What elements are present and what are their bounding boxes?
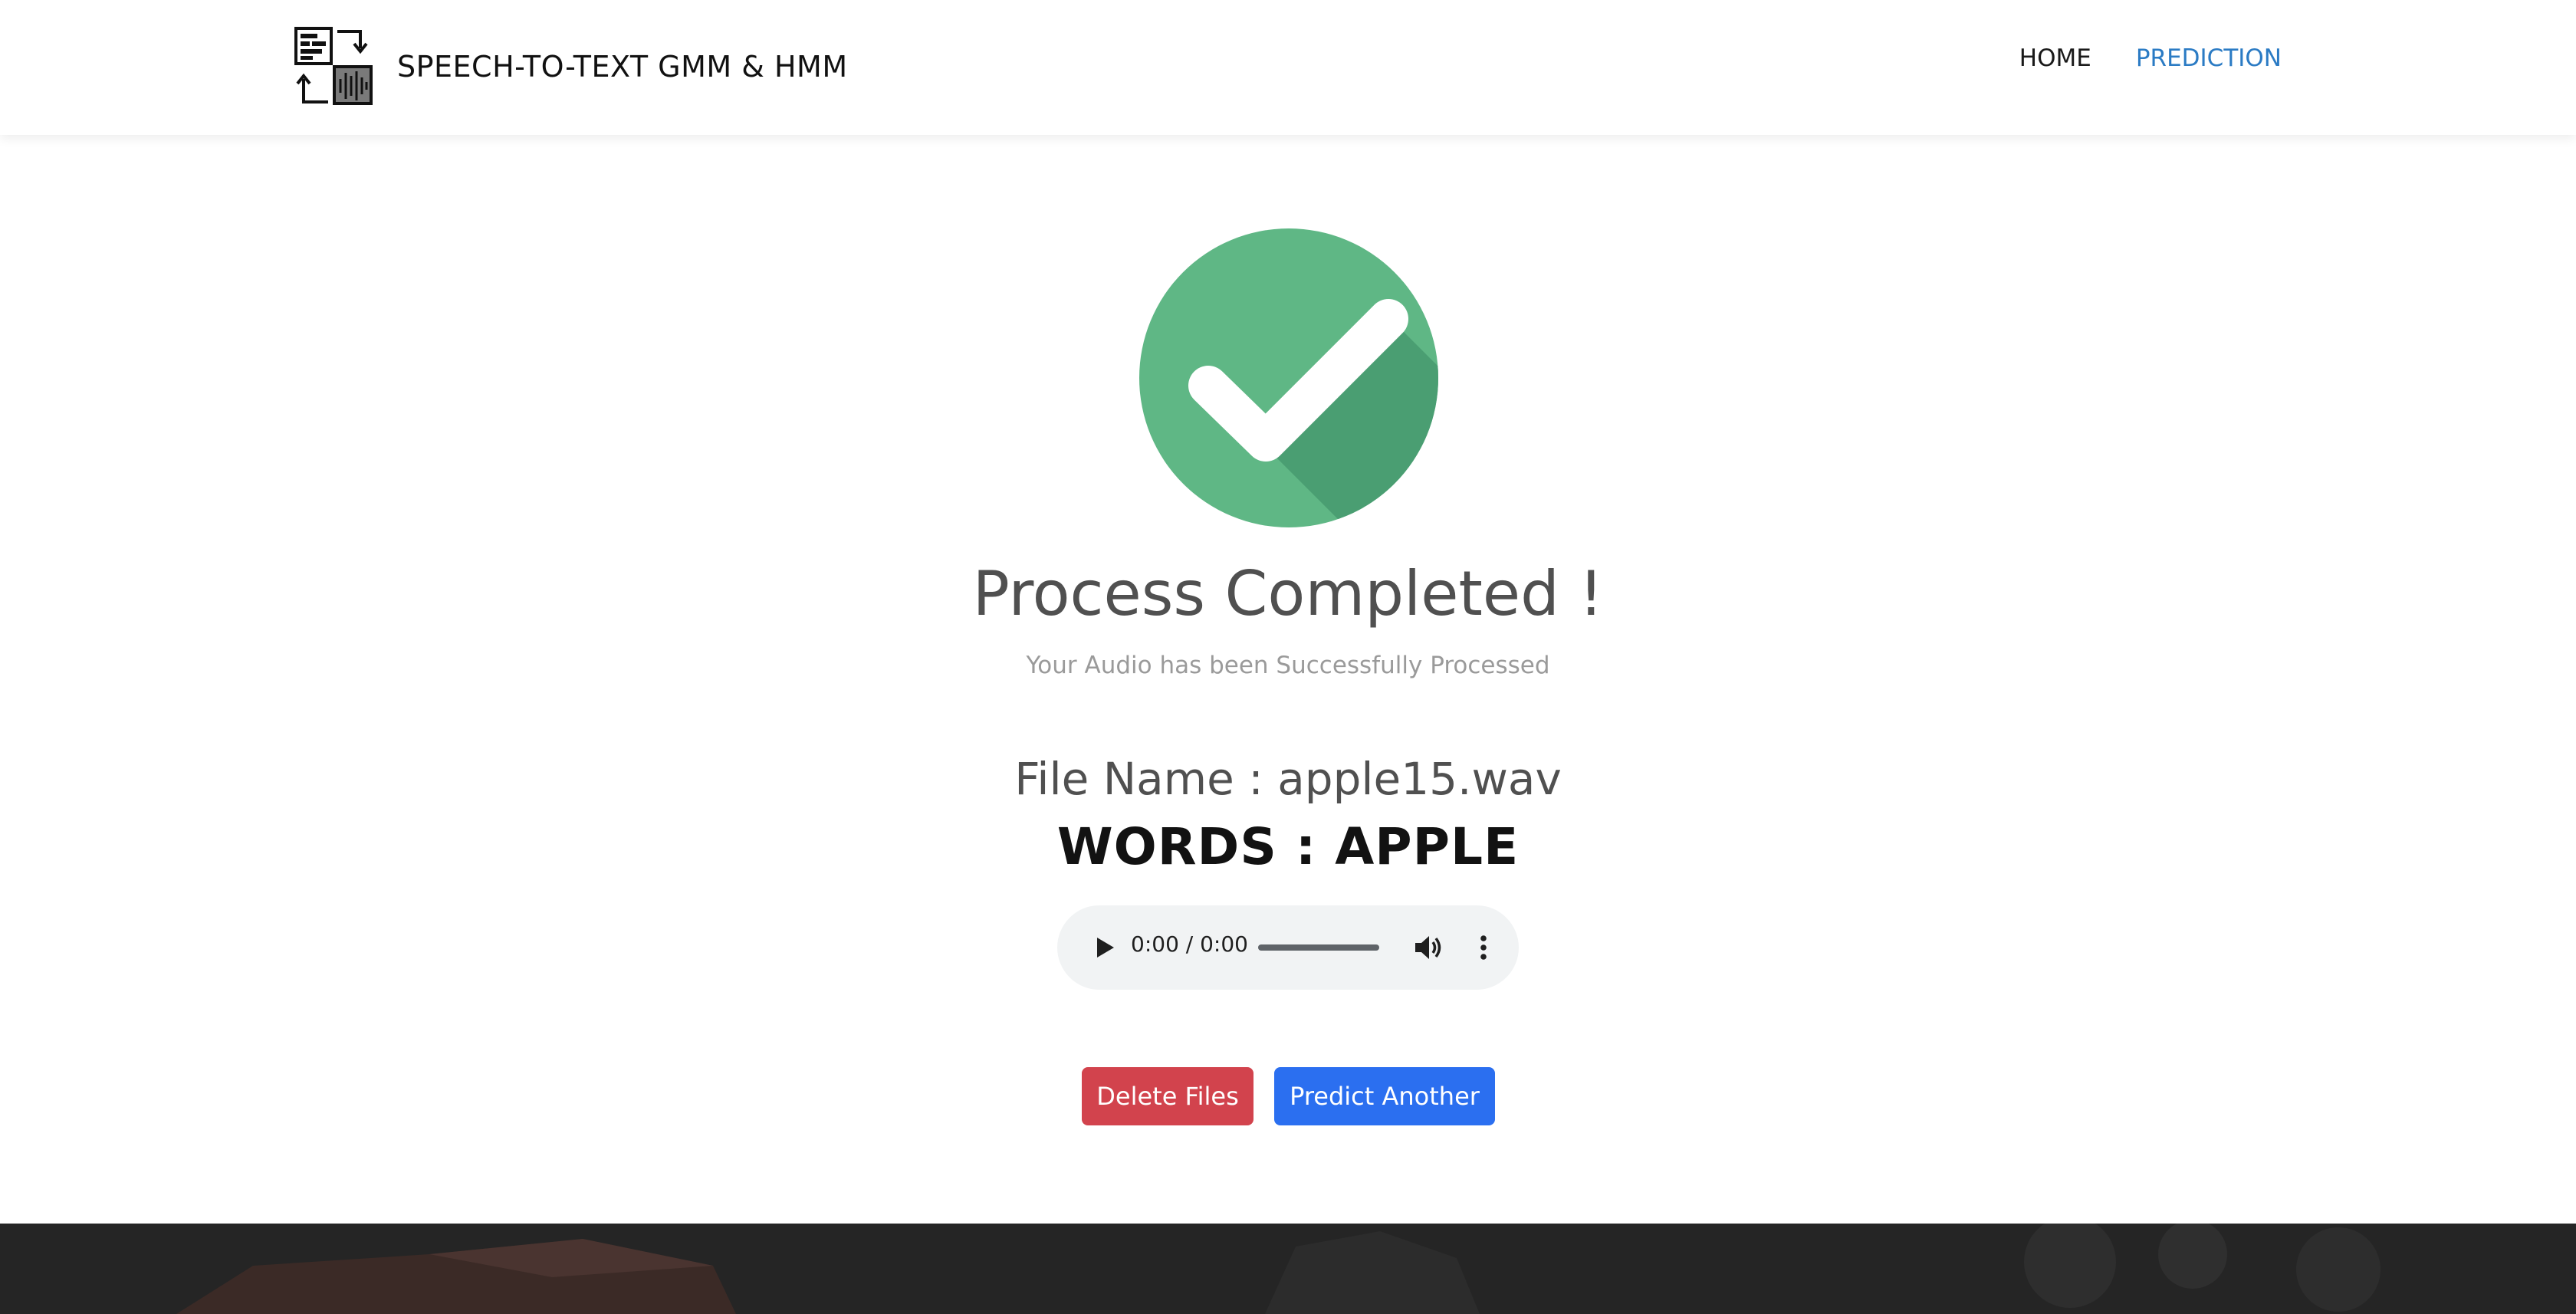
audio-player[interactable]: 0:00 / 0:00	[1057, 905, 1519, 990]
top-navbar: SPEECH-TO-TEXT GMM & HMM HOME PREDICTION	[0, 0, 2576, 135]
result-panel: Process Completed ! Your Audio has been …	[0, 135, 2576, 1224]
audio-progress-bar[interactable]	[1258, 944, 1379, 951]
audio-time: 0:00 / 0:00	[1131, 931, 1248, 957]
process-subtitle: Your Audio has been Successfully Process…	[1026, 652, 1550, 679]
brand-title: SPEECH-TO-TEXT GMM & HMM	[397, 50, 848, 84]
check-circle-icon	[1139, 228, 1438, 527]
delete-files-button[interactable]: Delete Files	[1082, 1067, 1254, 1125]
more-options-icon[interactable]	[1467, 931, 1500, 964]
volume-icon[interactable]	[1411, 931, 1444, 964]
page: SPEECH-TO-TEXT GMM & HMM HOME PREDICTION…	[0, 0, 2576, 1314]
footer-background-image	[0, 1224, 2576, 1314]
predicted-words-text: WORDS : APPLE	[1056, 817, 1520, 876]
footer-banner	[0, 1224, 2576, 1314]
predict-another-button[interactable]: Predict Another	[1274, 1067, 1495, 1125]
nav-link-home[interactable]: HOME	[2019, 44, 2091, 72]
nav-link-prediction[interactable]: PREDICTION	[2136, 44, 2282, 72]
file-name-text: File Name : apple15.wav	[1014, 753, 1562, 805]
speech-to-text-logo-icon	[294, 27, 373, 105]
main-nav: HOME PREDICTION	[2019, 44, 2282, 72]
brand[interactable]: SPEECH-TO-TEXT GMM & HMM	[291, 25, 848, 109]
process-title: Process Completed !	[972, 558, 1604, 629]
play-icon[interactable]	[1088, 931, 1120, 964]
